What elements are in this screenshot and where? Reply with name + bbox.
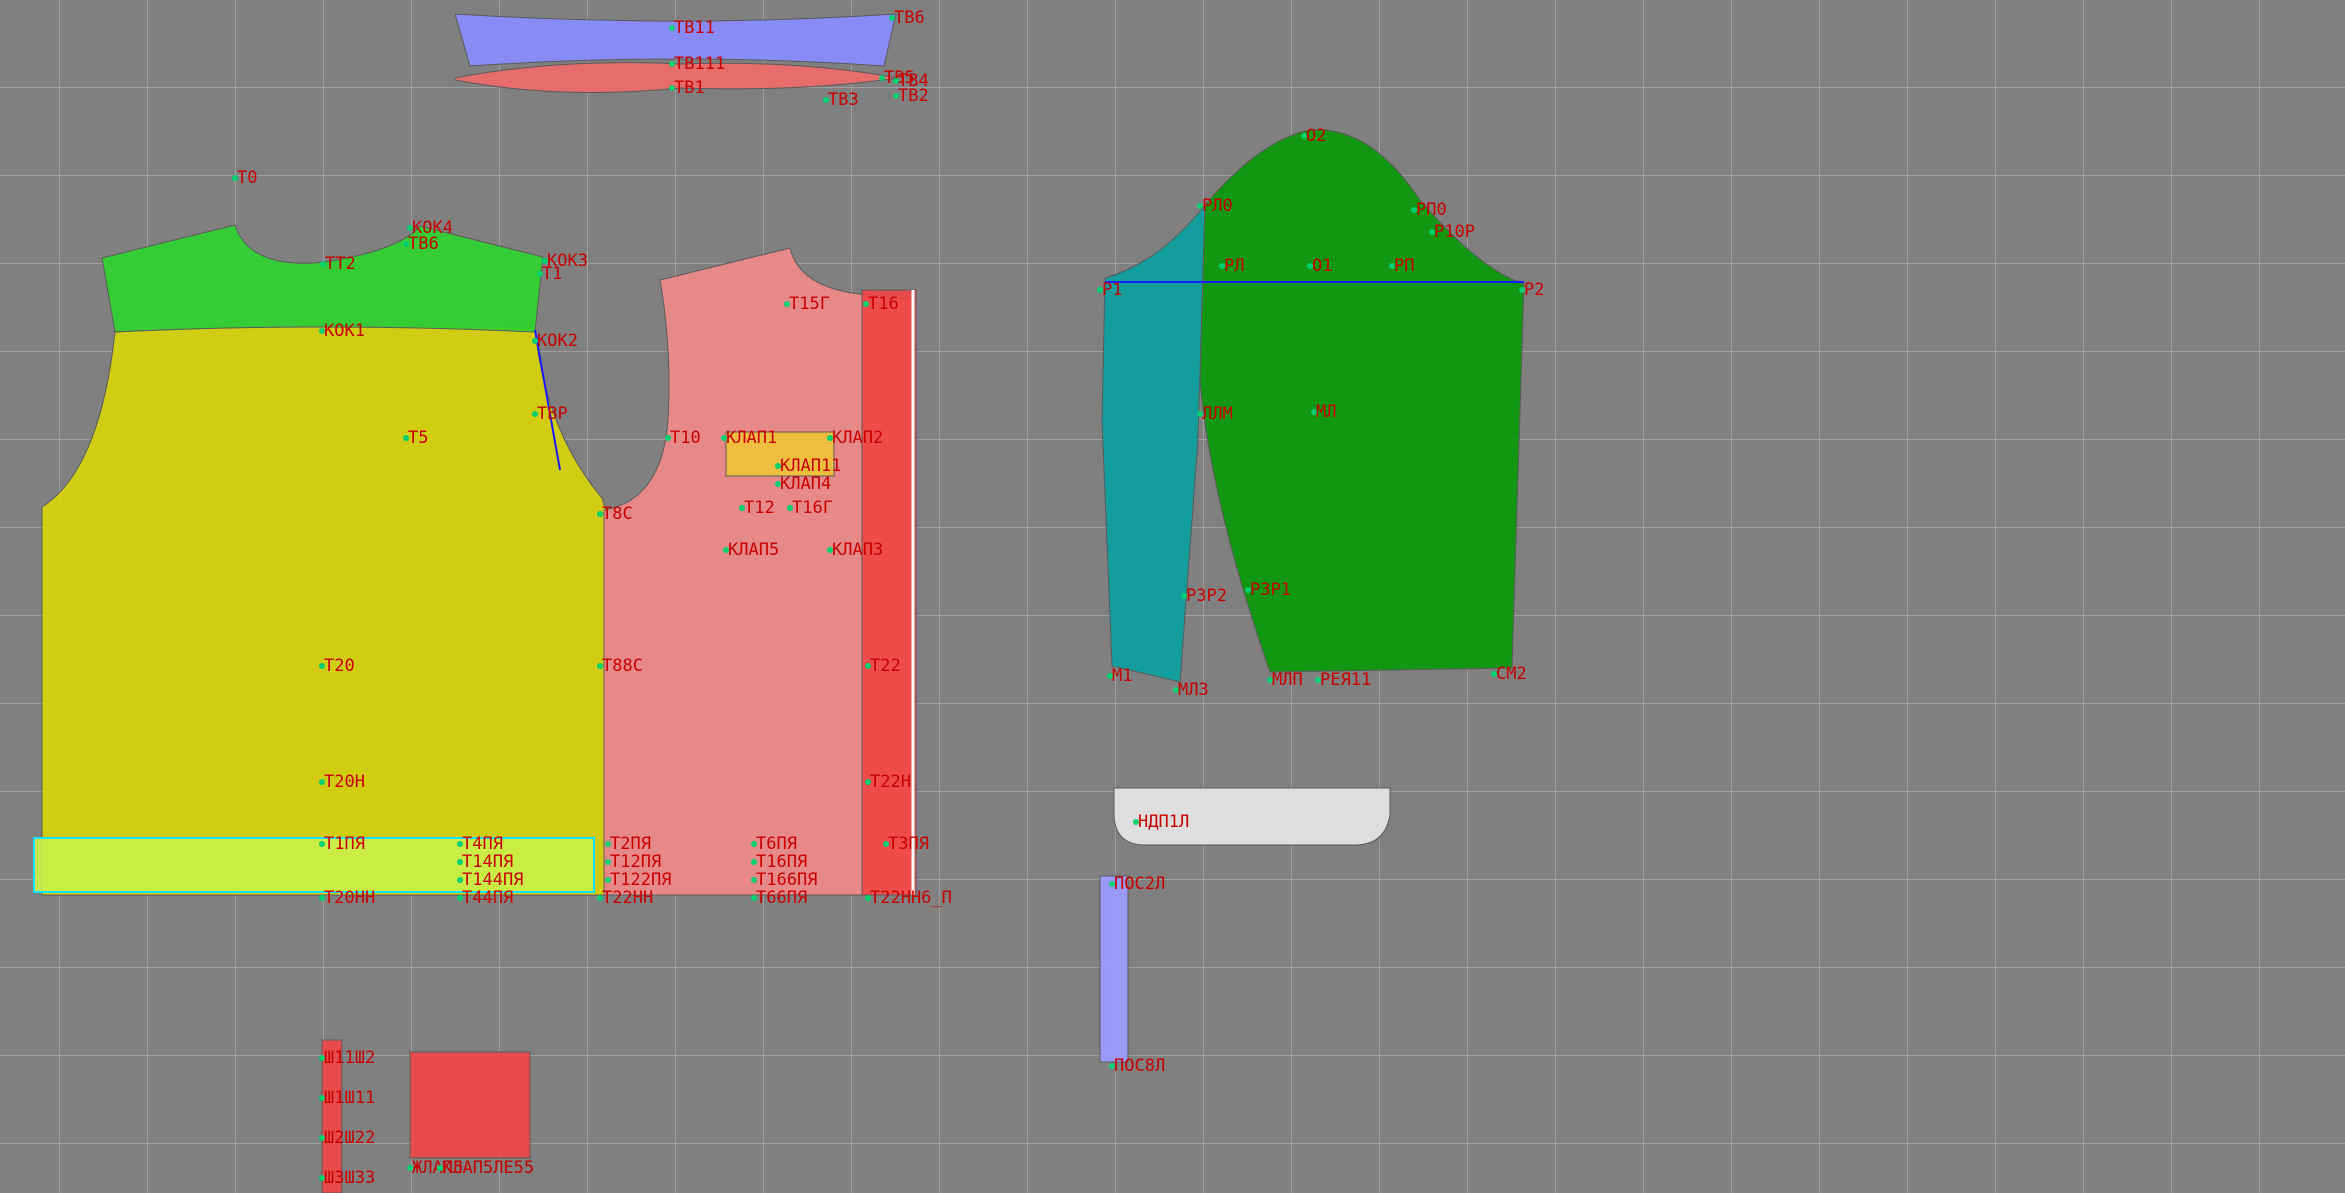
point-label: ТВ11 <box>674 18 715 38</box>
point-label: Т16ПЯ <box>756 852 807 872</box>
point-label: РЛ0 <box>1202 196 1233 216</box>
piece-back-body[interactable] <box>41 325 607 896</box>
point-label: Т44ПЯ <box>462 888 513 908</box>
point-label: СМ2 <box>1496 664 1527 684</box>
point-label: РЗР2 <box>1186 586 1227 606</box>
point-label: МЛ <box>1316 402 1336 422</box>
point-label: Т122ПЯ <box>610 870 671 890</box>
point-label: Т12 <box>744 498 775 518</box>
point-label: ТВ6 <box>894 8 925 28</box>
point-label: Т66ПЯ <box>756 888 807 908</box>
point-label: КЛАП5 <box>728 540 779 560</box>
point-label: О1 <box>1312 256 1332 276</box>
point-label: РП <box>1394 256 1414 276</box>
point-label: КЛАП5ЛЕ55 <box>442 1158 534 1178</box>
point-label: Т22Н <box>870 772 911 792</box>
point-label: КОК1 <box>324 321 365 341</box>
point-label: КЛАП3 <box>832 540 883 560</box>
point-label: Р10Р <box>1434 222 1475 242</box>
point-label: МЛП <box>1272 670 1303 690</box>
point-label: РЛ <box>1224 256 1244 276</box>
point-label: ТВ2 <box>898 86 929 106</box>
point-label: Т1 <box>542 264 562 284</box>
point-label: КЛАП1 <box>726 428 777 448</box>
point-label: Т88С <box>602 656 643 676</box>
point-label: ТВ6 <box>408 234 439 254</box>
point-label: Т20Н <box>324 772 365 792</box>
pattern-canvas[interactable]: ТВ11 ТВ6ТВ111ТВ5ТВ4ТВ1ТВ3 ТВ2Т0КОК4ТВ6ТТ2 К… <box>0 0 2345 1193</box>
point-label: О2 <box>1306 126 1326 146</box>
point-label: Т15Г <box>789 294 830 314</box>
point-label: Ш1Ш11 <box>324 1088 375 1108</box>
point-label: РЗР1 <box>1250 580 1291 600</box>
point-label: МЛЗ <box>1178 680 1209 700</box>
point-label: Т2ПЯ <box>610 834 651 854</box>
point-label: РП0 <box>1416 200 1447 220</box>
piece-welt[interactable] <box>409 1051 531 1159</box>
point-label: Р2 <box>1524 280 1544 300</box>
point-label: М1 <box>1112 666 1132 686</box>
point-label: Т8С <box>602 504 633 524</box>
point-label: КЛАП11 <box>780 456 841 476</box>
point-label: Т10 <box>670 428 701 448</box>
point-label: КЛАП2 <box>832 428 883 448</box>
point-label: Т20 <box>324 656 355 676</box>
point-label: Т12ПЯ <box>610 852 661 872</box>
point-label: Т3ПЯ <box>888 834 929 854</box>
point-label: ПОС2Л <box>1114 874 1165 894</box>
point-label: ТВ3 <box>828 90 859 110</box>
point-label: ТВ1 <box>674 78 705 98</box>
point-label: ТВ111 <box>674 54 725 74</box>
point-label: КЛАП4 <box>780 474 831 494</box>
piece-front-band[interactable] <box>861 289 917 896</box>
point-label: Т0 <box>237 168 257 188</box>
point-label: Т22НН <box>602 888 653 908</box>
point-label: Т144ПЯ <box>462 870 523 890</box>
point-label: РЕЯ11 <box>1320 670 1371 690</box>
point-label: Т166ПЯ <box>756 870 817 890</box>
point-label: Т14ПЯ <box>462 852 513 872</box>
point-label: Т6ПЯ <box>756 834 797 854</box>
point-label: Т22 <box>870 656 901 676</box>
point-label: Т1ПЯ <box>324 834 365 854</box>
point-label: Т22НН6_П <box>870 888 952 908</box>
point-label: ТВР <box>537 404 568 424</box>
piece-facing-strip[interactable] <box>1099 875 1129 1063</box>
point-label: ТТ2 <box>325 254 356 274</box>
point-label: Т4ПЯ <box>462 834 503 854</box>
point-label: НДП1Л <box>1138 812 1189 832</box>
point-label: Ш3Ш33 <box>324 1168 375 1188</box>
point-label: ПОС8Л <box>1114 1056 1165 1076</box>
point-label: Т16Г <box>792 498 833 518</box>
point-label: Ш2Ш22 <box>324 1128 375 1148</box>
point-label: Ш11Ш2 <box>324 1048 375 1068</box>
point-label: Т16 <box>868 294 899 314</box>
point-label: Т5 <box>408 428 428 448</box>
point-label: КОК2 <box>537 331 578 351</box>
point-label: ЛЛМ <box>1202 404 1233 424</box>
point-label: Т20НН <box>324 888 375 908</box>
point-label: Р1 <box>1102 280 1122 300</box>
